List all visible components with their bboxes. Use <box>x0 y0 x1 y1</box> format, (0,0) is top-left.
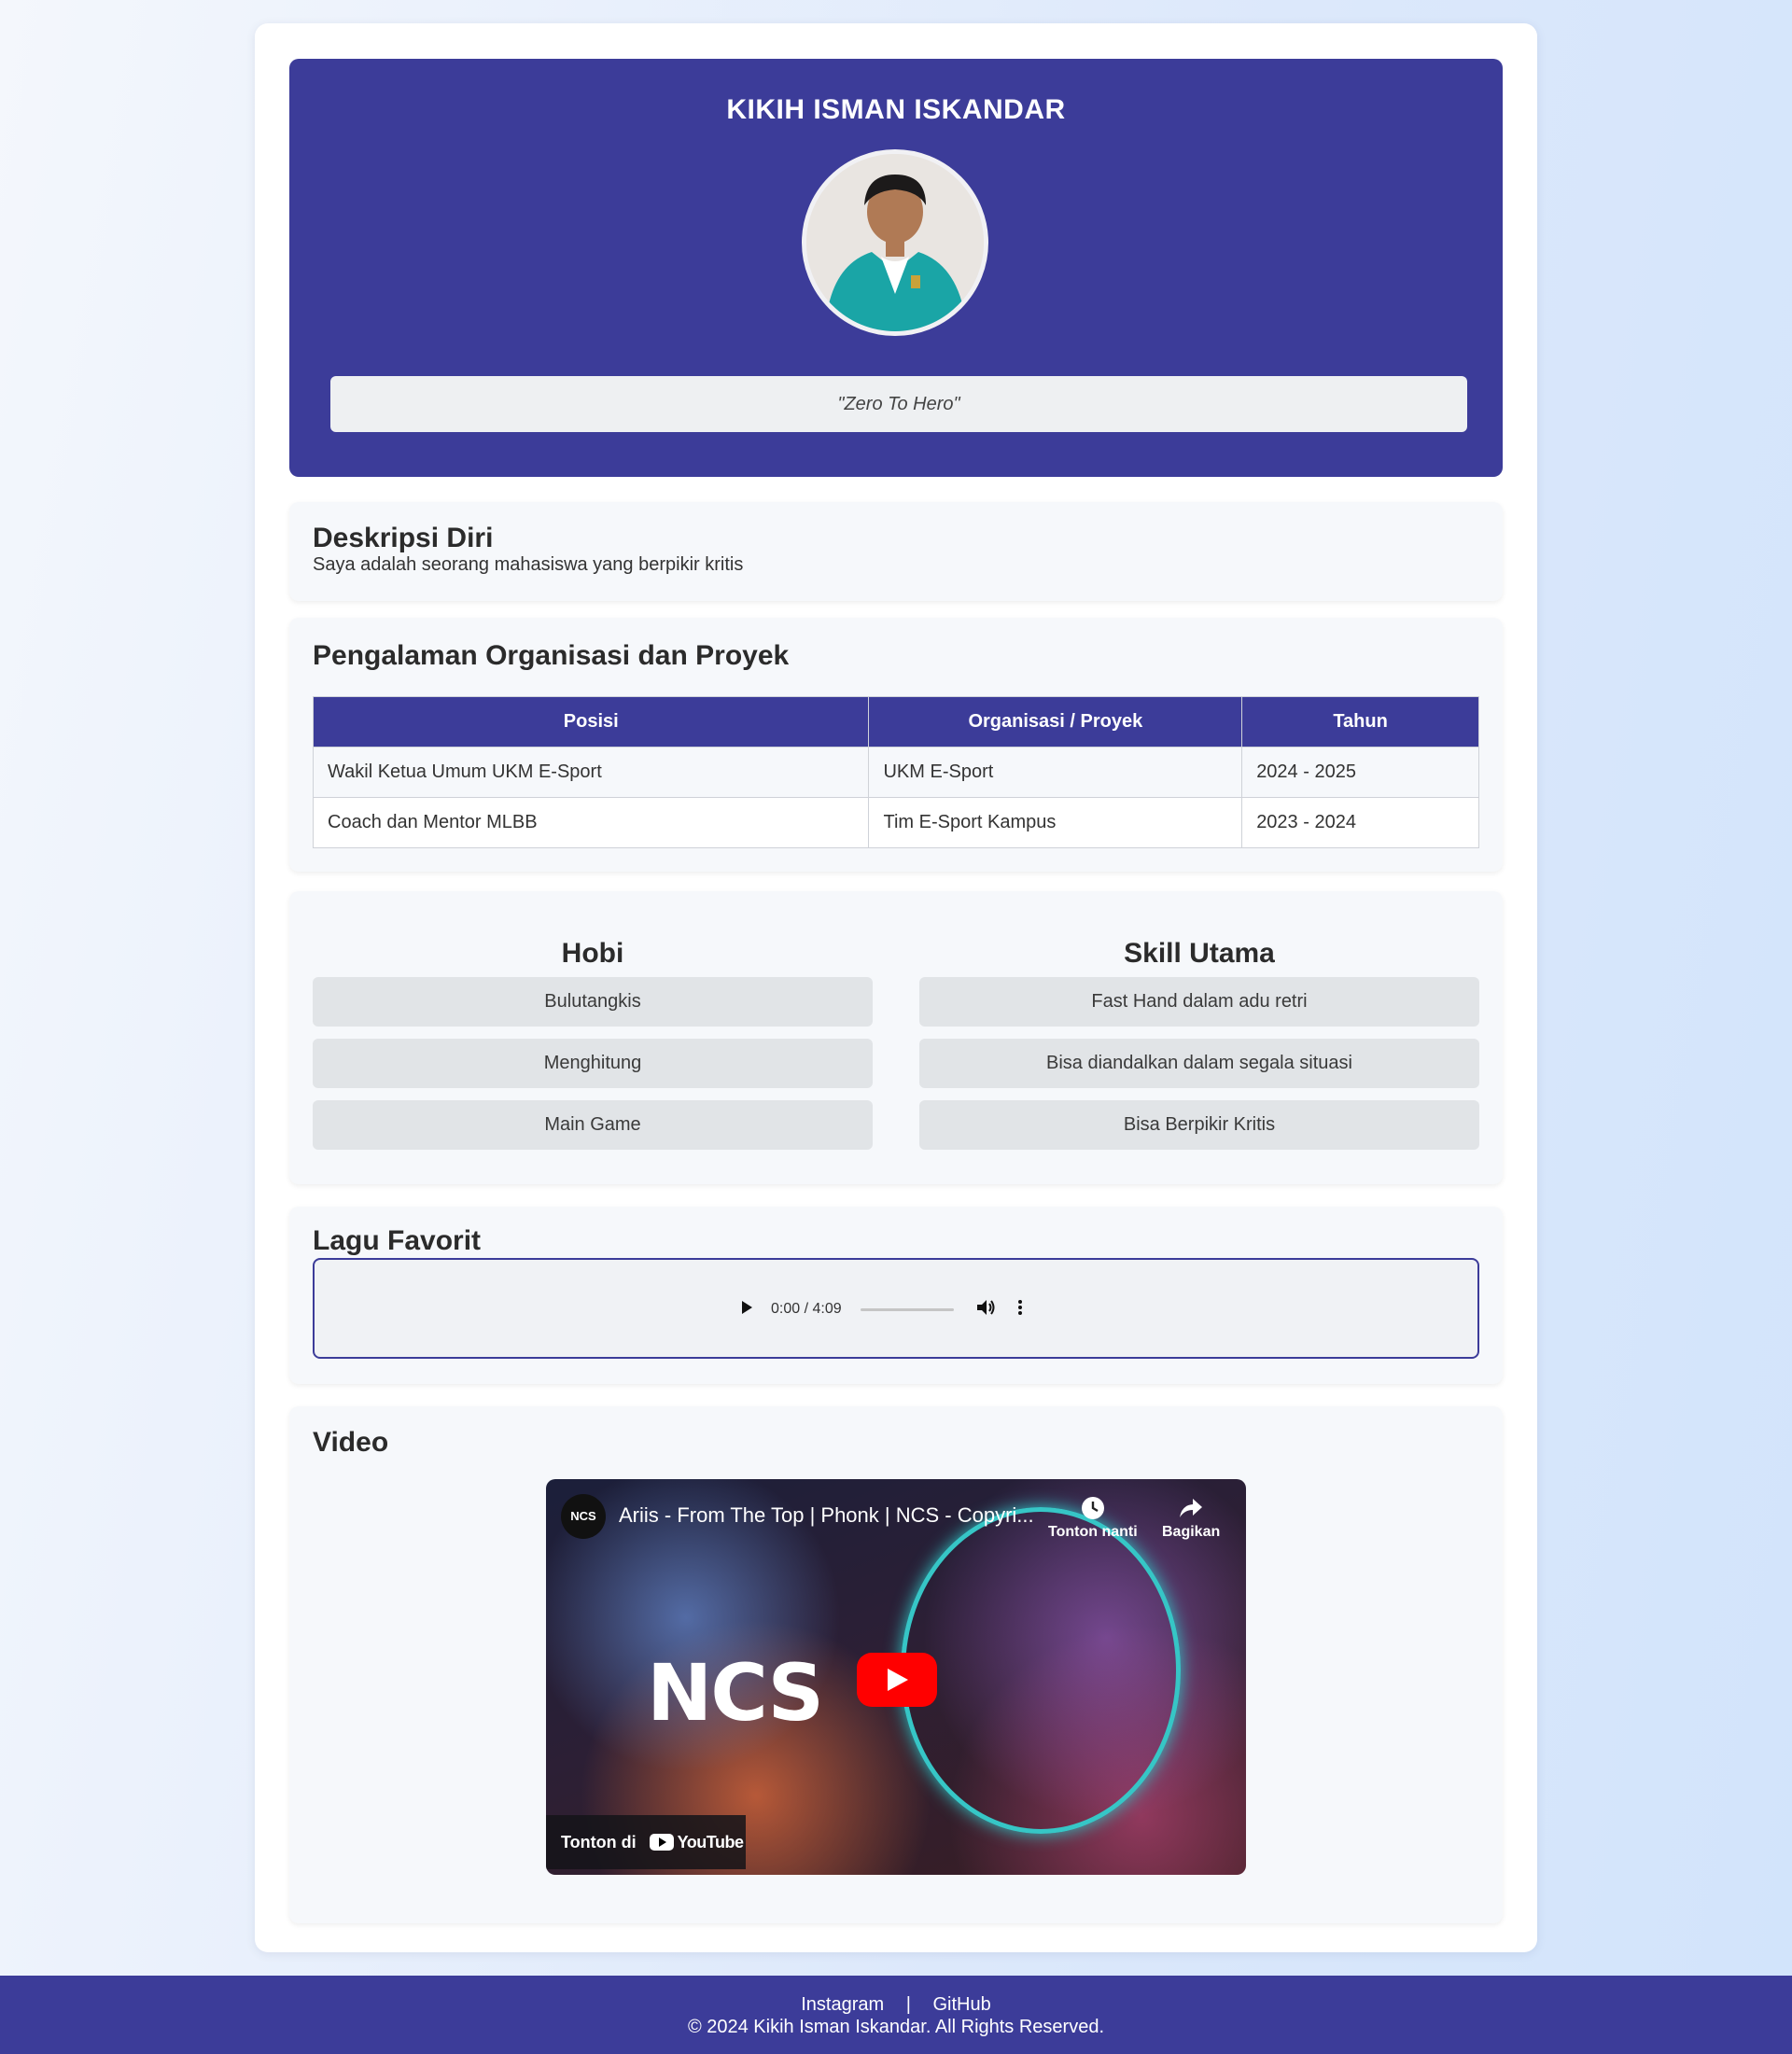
favorite-song-card: Lagu Favorit 0:00 / 4:09 <box>289 1207 1503 1384</box>
list-item: Bulutangkis <box>313 977 873 1027</box>
table-cell: 2024 - 2025 <box>1241 747 1479 798</box>
share-button[interactable]: Bagikan <box>1162 1496 1220 1541</box>
visualizer-ring <box>901 1507 1181 1834</box>
channel-logo[interactable]: NCS <box>561 1494 606 1539</box>
description-text: Saya adalah seorang mahasiswa yang berpi… <box>313 554 744 575</box>
motto-quote: "Zero To Hero" <box>330 376 1467 432</box>
watch-later-button[interactable]: Tonton nanti <box>1048 1496 1138 1541</box>
list-item: Menghitung <box>313 1039 873 1088</box>
list-item: Main Game <box>313 1100 873 1150</box>
column-header-organization: Organisasi / Proyek <box>868 696 1243 748</box>
description-title: Deskripsi Diri <box>313 523 494 553</box>
youtube-icon <box>649 1834 674 1851</box>
audio-player: 0:00 / 4:09 <box>313 1258 1479 1359</box>
table-cell: Coach dan Mentor MLBB <box>312 797 870 848</box>
table-row: Wakil Ketua Umum UKM E-Sport UKM E-Sport… <box>312 747 1479 798</box>
share-label: Bagikan <box>1162 1524 1221 1540</box>
profile-name: KIKIH ISMAN ISKANDAR <box>726 94 1066 125</box>
share-icon <box>1162 1496 1220 1524</box>
github-link[interactable]: GitHub <box>933 1994 991 2015</box>
skill-list: Fast Hand dalam adu retri Bisa diandalka… <box>919 977 1479 1150</box>
table-header-row: Posisi Organisasi / Proyek Tahun <box>312 696 1479 748</box>
page-background: KIKIH ISMAN ISKANDAR "Zero To Hero" Desk… <box>0 0 1792 2054</box>
watch-on-youtube-link[interactable]: Tonton di YouTube <box>546 1815 746 1869</box>
experience-title: Pengalaman Organisasi dan Proyek <box>313 640 790 671</box>
table-cell: Wakil Ketua Umum UKM E-Sport <box>312 747 870 798</box>
avatar <box>802 149 988 336</box>
youtube-wordmark: YouTube <box>677 1832 744 1851</box>
watch-later-label: Tonton nanti <box>1048 1524 1138 1540</box>
footer: Instagram | GitHub © 2024 Kikih Isman Is… <box>0 1976 1792 2054</box>
hobby-title: Hobi <box>561 938 624 969</box>
table-cell: Tim E-Sport Kampus <box>868 797 1243 848</box>
skill-column: Skill Utama Fast Hand dalam adu retri Bi… <box>919 891 1479 1162</box>
skill-title: Skill Utama <box>1124 938 1275 969</box>
copyright-text: © 2024 Kikih Isman Iskandar. All Rights … <box>687 2017 1105 2037</box>
more-icon[interactable] <box>1017 1299 1023 1320</box>
table-cell: UKM E-Sport <box>868 747 1243 798</box>
description-card: Deskripsi Diri Saya adalah seorang mahas… <box>289 502 1503 601</box>
clock-icon <box>1048 1496 1138 1524</box>
hobby-skill-card: Hobi Bulutangkis Menghitung Main Game Sk… <box>289 891 1503 1184</box>
video-section-title: Video <box>313 1427 389 1458</box>
audio-time: 0:00 / 4:09 <box>771 1301 842 1317</box>
instagram-link[interactable]: Instagram <box>801 1994 884 2015</box>
hobby-column: Hobi Bulutangkis Menghitung Main Game <box>313 891 873 1162</box>
column-header-year: Tahun <box>1241 696 1479 748</box>
footer-separator: | <box>905 1994 911 2015</box>
avatar-photo <box>806 154 984 331</box>
thumbnail-logo-text: NCS <box>647 1647 824 1739</box>
list-item: Bisa Berpikir Kritis <box>919 1100 1479 1150</box>
experience-card: Pengalaman Organisasi dan Proyek Posisi … <box>289 618 1503 872</box>
list-item: Bisa diandalkan dalam segala situasi <box>919 1039 1479 1088</box>
list-item: Fast Hand dalam adu retri <box>919 977 1479 1027</box>
video-title[interactable]: Ariis - From The Top | Phonk | NCS - Cop… <box>619 1503 1034 1528</box>
table-row: Coach dan Mentor MLBB Tim E-Sport Kampus… <box>312 797 1479 848</box>
audio-progress-slider[interactable] <box>860 1307 954 1311</box>
column-header-position: Posisi <box>312 696 870 748</box>
volume-icon[interactable] <box>976 1299 997 1320</box>
watch-on-label: Tonton di <box>561 1832 637 1851</box>
song-title: Lagu Favorit <box>313 1225 482 1256</box>
play-icon[interactable] <box>739 1300 754 1320</box>
profile-header: KIKIH ISMAN ISKANDAR "Zero To Hero" <box>289 59 1503 477</box>
hobby-list: Bulutangkis Menghitung Main Game <box>313 977 873 1150</box>
experience-table: Posisi Organisasi / Proyek Tahun Wakil K… <box>312 696 1479 848</box>
video-card: Video NCS Ariis - From The Top | Phonk |… <box>289 1406 1503 1923</box>
main-container: KIKIH ISMAN ISKANDAR "Zero To Hero" Desk… <box>255 23 1537 1952</box>
audio-controls: 0:00 / 4:09 <box>739 1295 1023 1323</box>
youtube-embed[interactable]: NCS Ariis - From The Top | Phonk | NCS -… <box>546 1479 1246 1875</box>
footer-links: Instagram | GitHub <box>0 1994 1792 2017</box>
table-cell: 2023 - 2024 <box>1241 797 1479 848</box>
play-button[interactable] <box>857 1653 937 1707</box>
